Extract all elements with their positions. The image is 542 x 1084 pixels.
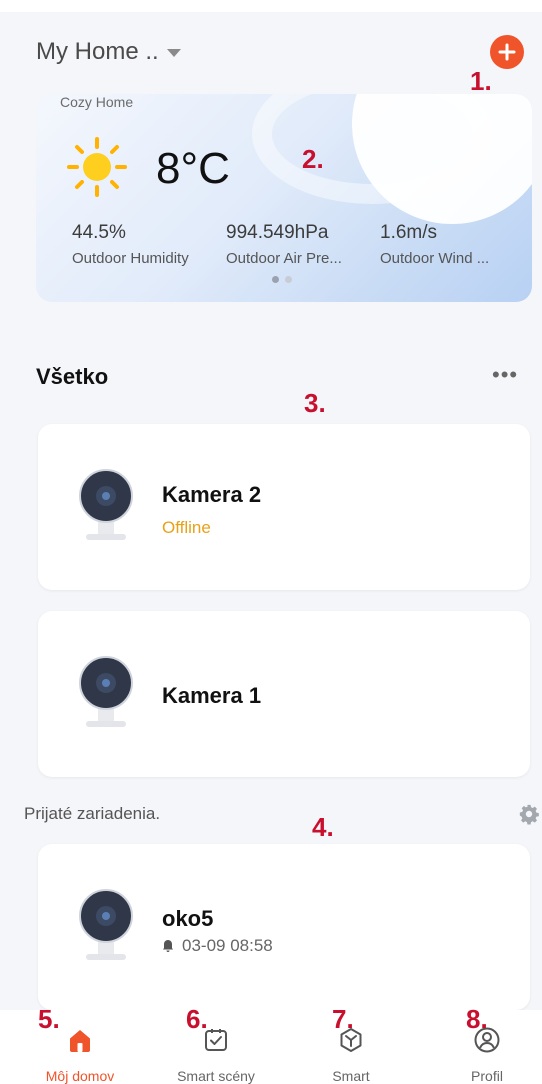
device-name: Kamera 2	[162, 482, 262, 507]
wind-value: 1.6m/s	[380, 222, 438, 243]
camera-icon	[79, 889, 133, 960]
sun-icon	[67, 137, 127, 197]
page-dot-active	[272, 276, 279, 283]
page-dot	[285, 276, 292, 283]
device-status: Offline	[162, 518, 211, 537]
wind-label: Outdoor Wind ...	[380, 250, 490, 267]
device-card-kamera-1[interactable]: Kamera 1	[38, 611, 530, 777]
humidity-value: 44.5%	[72, 222, 126, 243]
annotation-3: 3.	[304, 388, 326, 418]
bottom-tab-bar: Môj domov Smart scény Smart Profil	[0, 1010, 542, 1084]
device-name: Kamera 1	[162, 683, 262, 708]
wind-stat: 1.6m/s Outdoor Wind ...	[380, 222, 489, 267]
device-name: oko5	[162, 906, 214, 931]
air-pressure-value: 994.549hPa	[226, 222, 329, 243]
humidity-label: Outdoor Humidity	[72, 250, 189, 267]
received-devices-title: Prijaté zariadenia.	[24, 804, 161, 823]
camera-icon	[79, 469, 133, 540]
device-time: 03-09 08:58	[182, 936, 273, 955]
gear-icon[interactable]	[518, 803, 540, 825]
air-pressure-label: Outdoor Air Pre...	[226, 250, 342, 267]
tab-label: Profil	[471, 1068, 503, 1084]
tab-label: Môj domov	[45, 1068, 115, 1084]
bell-icon	[163, 940, 173, 952]
weather-card[interactable]: Cozy Home 8°C 44.5% Outdoor Humidity 994…	[36, 94, 532, 302]
device-last-event: 03-09 08:58	[162, 936, 273, 956]
annotation-1: 1.	[470, 66, 492, 96]
plus-icon	[498, 43, 516, 61]
weather-location-label: Cozy Home	[60, 94, 134, 110]
section-title: Všetko	[36, 364, 109, 389]
air-pressure-stat: 994.549hPa Outdoor Air Pre...	[226, 222, 342, 267]
annotation-7: 7.	[332, 1004, 354, 1034]
more-options-button[interactable]: •••	[492, 362, 518, 388]
humidity-stat: 44.5% Outdoor Humidity	[72, 222, 189, 267]
tab-label: Smart	[332, 1068, 370, 1084]
annotation-8: 8.	[466, 1004, 488, 1034]
tab-smart-scenes[interactable]: Smart scény	[156, 1010, 276, 1084]
add-device-button[interactable]	[490, 35, 524, 69]
annotation-6: 6.	[186, 1004, 208, 1034]
caret-down-icon	[166, 49, 181, 57]
page-indicator	[272, 276, 292, 283]
home-icon	[70, 1030, 90, 1052]
cloud-decoration	[352, 94, 532, 224]
home-name: My Home ..	[36, 38, 159, 65]
temperature-value: 8°C	[156, 144, 230, 193]
annotation-5: 5.	[38, 1004, 60, 1034]
status-strip	[0, 0, 542, 12]
device-card-oko5[interactable]: oko5 03-09 08:58	[38, 844, 530, 1010]
camera-icon	[79, 656, 133, 727]
annotation-4: 4.	[312, 812, 334, 842]
annotation-2: 2.	[302, 144, 324, 174]
device-card-kamera-2[interactable]: Kamera 2 Offline	[38, 424, 530, 590]
home-selector[interactable]: My Home ..	[36, 38, 181, 66]
tab-label: Smart scény	[177, 1068, 255, 1084]
